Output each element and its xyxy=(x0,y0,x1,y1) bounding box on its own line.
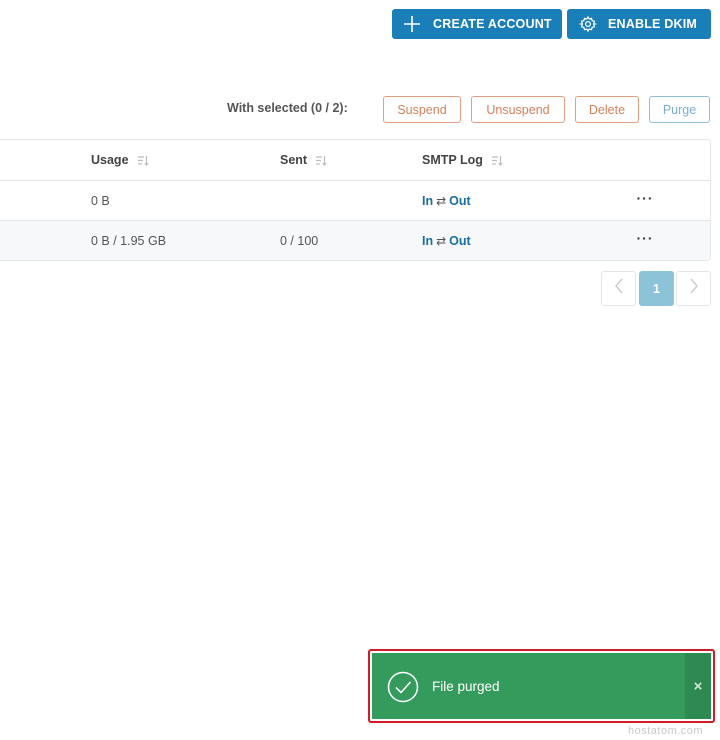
sort-icon[interactable] xyxy=(491,155,503,166)
delete-button[interactable]: Delete xyxy=(575,96,639,123)
sent-cell: 0 / 100 xyxy=(280,234,319,248)
table-row: 0 B In ⇄ Out ··· xyxy=(0,181,710,221)
pagination-prev-button[interactable] xyxy=(601,271,636,306)
smtp-log-out-link[interactable]: Out xyxy=(449,194,471,208)
more-icon: ··· xyxy=(636,189,654,206)
create-account-button[interactable]: CREATE ACCOUNT xyxy=(392,9,562,39)
enable-dkim-button[interactable]: ENABLE DKIM xyxy=(567,9,711,39)
create-account-label: CREATE ACCOUNT xyxy=(433,17,552,31)
table-row: 0 B / 1.95 GB 0 / 100 In ⇄ Out ··· xyxy=(0,221,710,260)
smtp-log-in-link[interactable]: In xyxy=(422,234,433,248)
more-icon: ··· xyxy=(636,230,654,246)
smtp-log-cell: In ⇄ Out xyxy=(422,181,471,220)
accounts-table: Usage Sent SMTP Log 0 B In ⇄ Out ··· 0 B… xyxy=(0,139,711,261)
plus-icon xyxy=(402,14,422,34)
swap-arrows-icon: ⇄ xyxy=(436,234,447,248)
usage-cell: 0 B xyxy=(91,193,110,208)
suspend-button[interactable]: Suspend xyxy=(383,96,461,123)
pagination-page-1[interactable]: 1 xyxy=(639,271,674,306)
close-icon[interactable]: × xyxy=(685,653,711,719)
column-header-usage[interactable]: Usage xyxy=(91,140,149,180)
toast-notification: File purged × xyxy=(372,653,711,719)
swap-arrows-icon: ⇄ xyxy=(436,193,447,208)
row-actions-menu[interactable]: ··· xyxy=(635,181,655,220)
column-header-sent[interactable]: Sent xyxy=(280,140,327,180)
usage-cell: 0 B / 1.95 GB xyxy=(91,234,167,248)
row-actions-menu[interactable]: ··· xyxy=(635,221,655,260)
pagination-next-button[interactable] xyxy=(676,271,711,306)
unsuspend-button[interactable]: Unsuspend xyxy=(471,96,565,123)
check-circle-icon xyxy=(387,671,419,703)
toast-message: File purged xyxy=(432,678,500,694)
smtp-log-out-link[interactable]: Out xyxy=(449,234,471,248)
smtp-log-cell: In ⇄ Out xyxy=(422,221,471,260)
with-selected-label: With selected (0 / 2): xyxy=(227,101,348,115)
sort-icon[interactable] xyxy=(315,155,327,166)
enable-dkim-label: ENABLE DKIM xyxy=(608,17,698,31)
table-header: Usage Sent SMTP Log xyxy=(0,140,710,181)
chevron-left-icon xyxy=(614,278,624,299)
smtp-log-in-link[interactable]: In xyxy=(422,194,433,208)
purge-button[interactable]: Purge xyxy=(649,96,710,123)
gear-icon xyxy=(579,15,597,33)
watermark: hostatom.com xyxy=(628,725,704,737)
column-header-smtp-log[interactable]: SMTP Log xyxy=(422,140,503,180)
chevron-right-icon xyxy=(689,278,699,299)
sort-icon[interactable] xyxy=(137,155,149,166)
